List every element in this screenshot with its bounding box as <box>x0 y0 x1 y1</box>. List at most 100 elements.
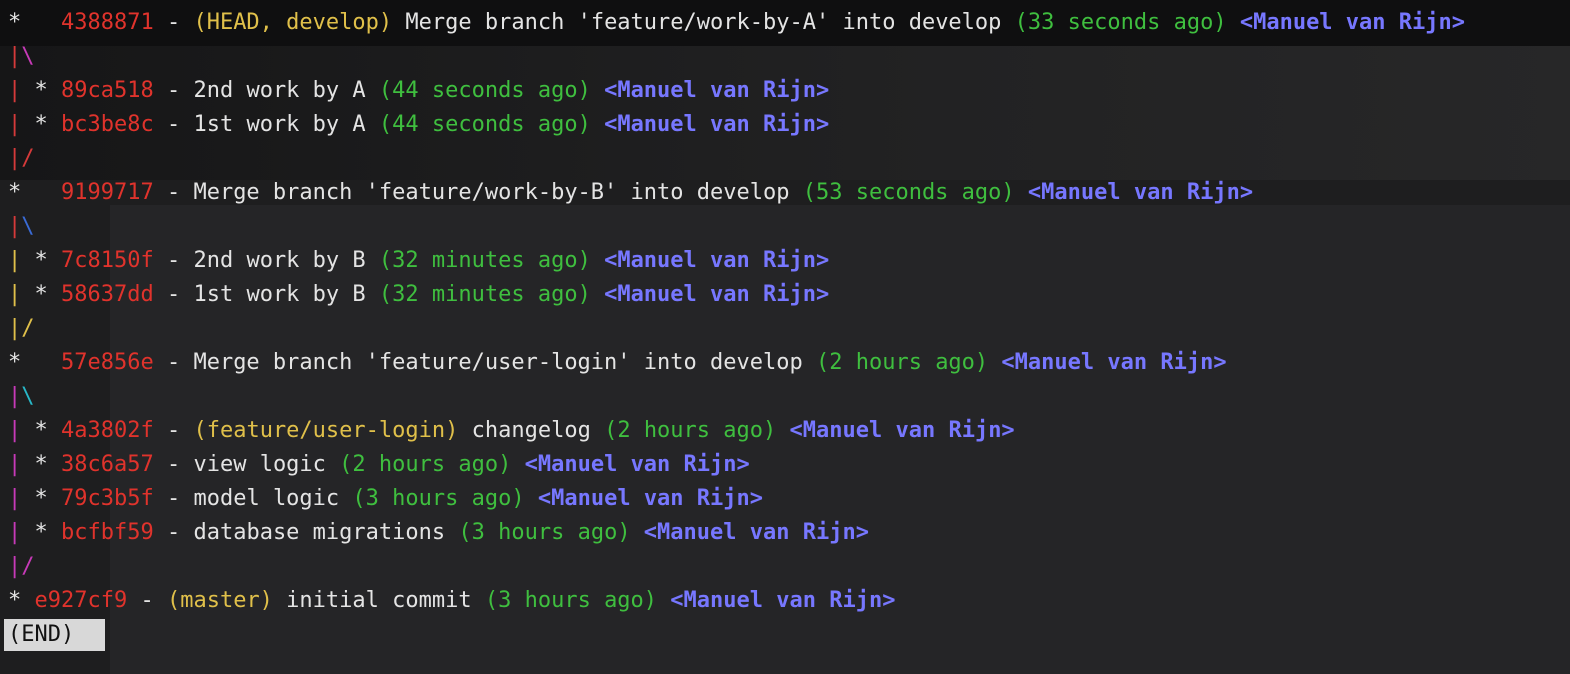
log-entry-7c8150f: | * 7c8150f - 2nd work by B (32 minutes … <box>8 244 829 278</box>
commit-time: (2 hours ago) <box>815 350 989 375</box>
separator: - <box>153 452 194 477</box>
log-graph-line: |\ <box>8 210 35 244</box>
graph-glyph: * <box>21 78 61 103</box>
graph-glyph: |/ <box>8 554 35 579</box>
commit-hash: 9199717 <box>60 180 154 205</box>
commit-time: (53 seconds ago) <box>802 180 1015 205</box>
commit-hash: 79c3b5f <box>61 486 154 511</box>
separator: - <box>153 486 194 511</box>
log-graph-line: |/ <box>8 312 35 346</box>
graph-glyph: * <box>21 520 61 545</box>
terminal-git-log[interactable]: * 4388871 - (HEAD, develop) Merge branch… <box>0 0 1570 674</box>
graph-glyph: | <box>8 214 22 239</box>
commit-message: database migrations <box>193 520 459 545</box>
log-entry-4a3802f: | * 4a3802f - (feature/user-login) chang… <box>8 414 1015 448</box>
commit-message: changelog <box>458 418 605 443</box>
log-entry-89ca518: | * 89ca518 - 2nd work by A (44 seconds … <box>8 74 829 108</box>
commit-message: Merge branch 'feature/user-login' into d… <box>193 350 816 375</box>
commit-author: <Manuel van Rijn> <box>511 452 750 477</box>
commit-time: (32 minutes ago) <box>378 282 591 307</box>
commit-time: (3 hours ago) <box>484 588 658 613</box>
separator: - <box>153 418 194 443</box>
log-entry-58637dd: | * 58637dd - 1st work by B (32 minutes … <box>8 278 829 312</box>
graph-glyph: * <box>21 452 61 477</box>
separator: - <box>153 112 194 137</box>
separator: - <box>153 248 194 273</box>
commit-author: <Manuel van Rijn> <box>590 112 830 137</box>
graph-glyph: \ <box>21 214 35 239</box>
graph-glyph: \ <box>21 44 35 69</box>
commit-message: initial commit <box>272 588 485 613</box>
log-entry-4388871: * 4388871 - (HEAD, develop) Merge branch… <box>8 6 1465 40</box>
graph-glyph: \ <box>21 384 35 409</box>
commit-refs: (feature/user-login) <box>193 418 459 443</box>
graph-glyph: * <box>21 418 61 443</box>
graph-glyph: | <box>8 418 22 443</box>
separator: - <box>153 282 194 307</box>
graph-glyph: | <box>8 282 22 307</box>
commit-hash: 4a3802f <box>61 418 154 443</box>
graph-glyph: | <box>8 384 22 409</box>
graph-glyph: * <box>21 282 61 307</box>
separator: - <box>153 350 194 375</box>
graph-glyph: | <box>8 248 22 273</box>
graph-glyph: * <box>8 350 61 375</box>
graph-glyph: * <box>8 588 35 613</box>
commit-time: (44 seconds ago) <box>378 112 591 137</box>
graph-glyph: | <box>8 452 22 477</box>
commit-author: <Manuel van Rijn> <box>657 588 896 613</box>
graph-glyph: |/ <box>8 146 35 171</box>
log-entry-bc3be8c: | * bc3be8c - 1st work by A (44 seconds … <box>8 108 829 142</box>
log-graph-line: |/ <box>8 550 35 584</box>
commit-hash: e927cf9 <box>34 588 128 613</box>
graph-glyph: | <box>8 112 22 137</box>
commit-hash: 57e856e <box>60 350 154 375</box>
commit-hash: 4388871 <box>60 10 154 35</box>
graph-glyph: * <box>8 10 61 35</box>
graph-glyph: * <box>21 486 61 511</box>
commit-author: <Manuel van Rijn> <box>524 486 764 511</box>
commit-message: model logic <box>193 486 353 511</box>
commit-hash: 7c8150f <box>61 248 154 273</box>
commit-refs: (master) <box>166 588 273 613</box>
commit-hash: bc3be8c <box>61 112 154 137</box>
graph-glyph: * <box>21 248 61 273</box>
commit-author: <Manuel van Rijn> <box>776 418 1015 443</box>
graph-glyph: * <box>8 180 61 205</box>
commit-time: (32 minutes ago) <box>378 248 591 273</box>
commit-author: <Manuel van Rijn> <box>590 248 830 273</box>
separator: - <box>153 520 194 545</box>
log-entry-79c3b5f: | * 79c3b5f - model logic (3 hours ago) … <box>8 482 763 516</box>
log-entry-e927cf9: * e927cf9 - (master) initial commit (3 h… <box>8 584 895 618</box>
commit-message: 1st work by A <box>193 112 379 137</box>
separator: - <box>153 78 194 103</box>
commit-message: view logic <box>193 452 340 477</box>
separator: - <box>127 588 167 613</box>
graph-glyph: |/ <box>8 316 35 341</box>
log-graph-line: |/ <box>8 142 35 176</box>
log-graph-line: |\ <box>8 40 35 74</box>
commit-message: 1st work by B <box>193 282 379 307</box>
commit-message: 2nd work by B <box>193 248 379 273</box>
commit-author: <Manuel van Rijn> <box>1014 180 1254 205</box>
commit-time: (2 hours ago) <box>604 418 777 443</box>
commit-refs: (HEAD, develop) <box>193 10 393 35</box>
commit-message: Merge branch 'feature/work-by-A' into de… <box>392 10 1015 35</box>
log-entry-9199717: * 9199717 - Merge branch 'feature/work-b… <box>8 176 1253 210</box>
commit-time: (44 seconds ago) <box>378 78 591 103</box>
commit-time: (2 hours ago) <box>339 452 512 477</box>
commit-message: Merge branch 'feature/work-by-B' into de… <box>193 180 803 205</box>
log-entry-57e856e: * 57e856e - Merge branch 'feature/user-l… <box>8 346 1227 380</box>
separator: - <box>153 180 194 205</box>
commit-message: 2nd work by A <box>193 78 379 103</box>
commit-author: <Manuel van Rijn> <box>1226 10 1466 35</box>
log-entry-bcfbf59: | * bcfbf59 - database migrations (3 hou… <box>8 516 869 550</box>
graph-glyph: * <box>21 112 61 137</box>
log-graph-line: |\ <box>8 380 35 414</box>
commit-time: (3 hours ago) <box>352 486 525 511</box>
separator: - <box>153 10 194 35</box>
commit-time: (3 hours ago) <box>458 520 631 545</box>
commit-author: <Manuel van Rijn> <box>988 350 1227 375</box>
log-entry-38c6a57: | * 38c6a57 - view logic (2 hours ago) <… <box>8 448 750 482</box>
commit-time: (33 seconds ago) <box>1014 10 1227 35</box>
